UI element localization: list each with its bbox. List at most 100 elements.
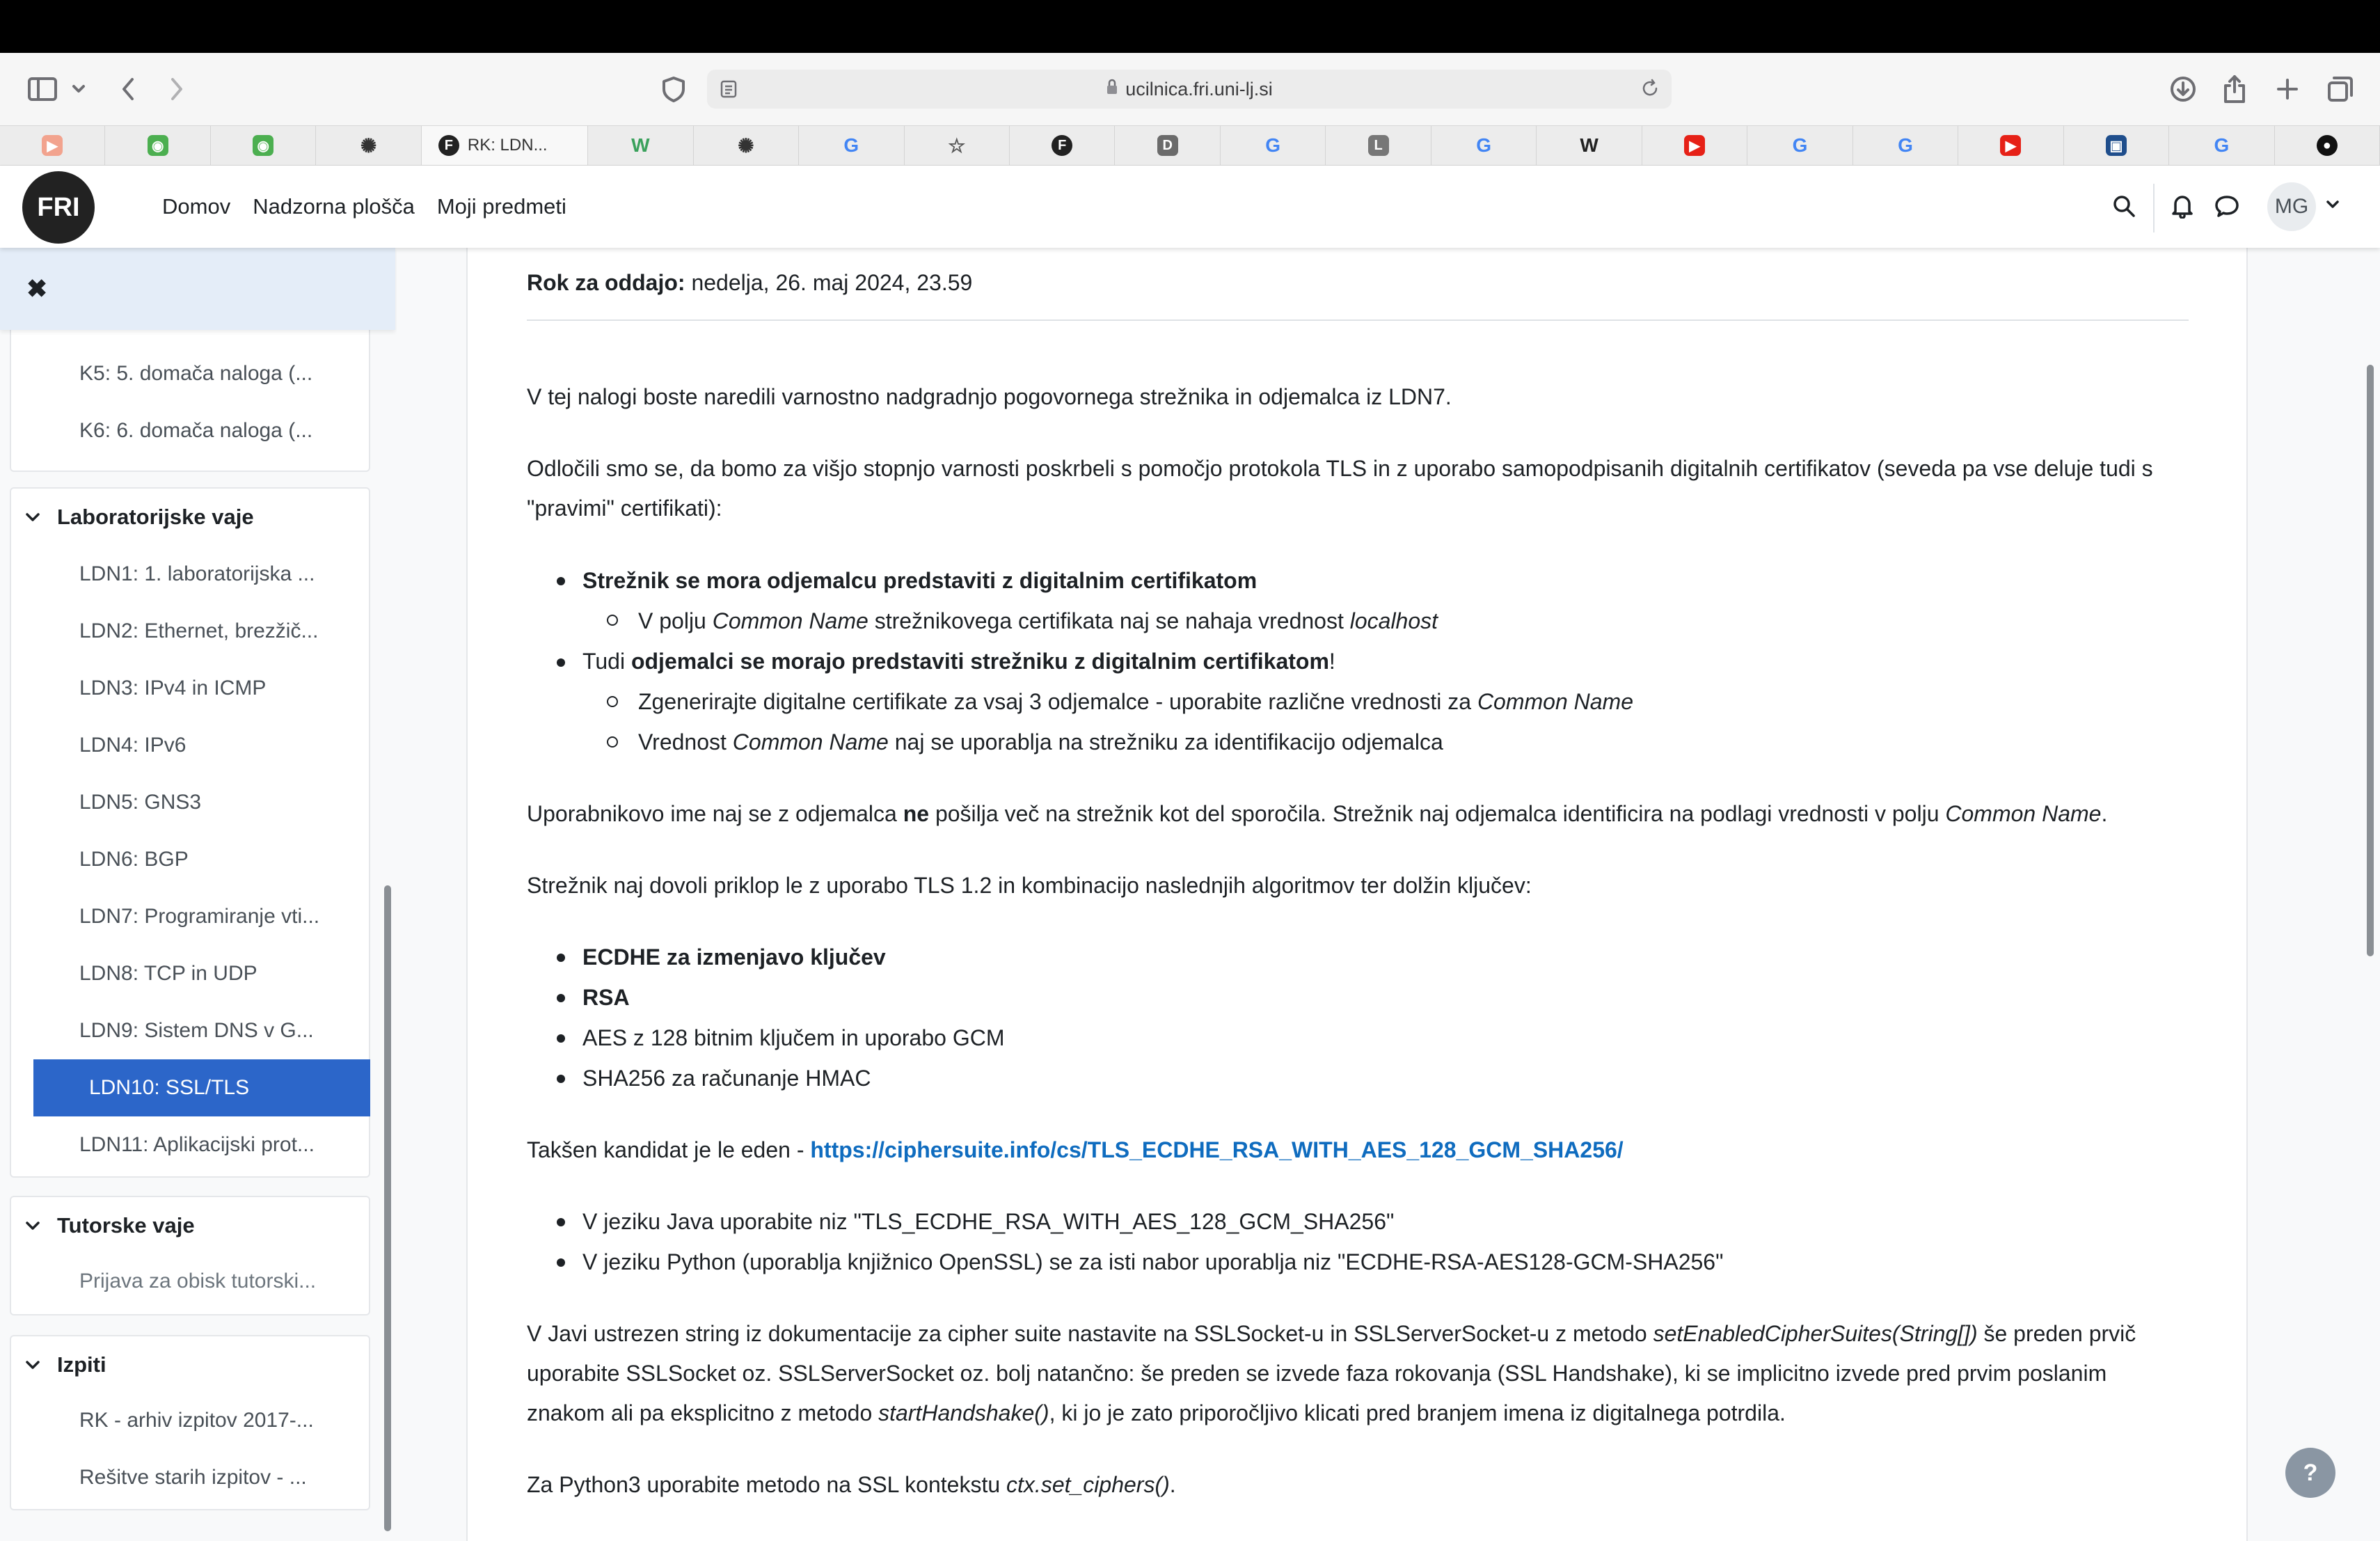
back-icon[interactable] bbox=[116, 68, 141, 110]
text: localhost bbox=[1349, 608, 1438, 633]
tab-title: RK: LDN... bbox=[467, 136, 548, 155]
ciphersuite-link[interactable]: https://ciphersuite.info/cs/TLS_ECDHE_RS… bbox=[810, 1137, 1623, 1162]
paragraph: Uporabnikovo ime naj se z odjemalca ne p… bbox=[527, 794, 2107, 834]
tab-overview-icon[interactable] bbox=[2323, 68, 2358, 110]
browser-tab[interactable]: G bbox=[1221, 126, 1326, 165]
help-button[interactable]: ? bbox=[2285, 1448, 2335, 1498]
chevron-down-icon[interactable] bbox=[25, 1197, 42, 1254]
sidebar-item-ldn8[interactable]: LDN8: TCP in UDP bbox=[24, 945, 360, 1002]
browser-tab[interactable]: G bbox=[2169, 126, 2275, 165]
chevron-down-icon[interactable] bbox=[68, 68, 89, 110]
browser-tab[interactable]: G bbox=[1853, 126, 1959, 165]
sidebar-toggle-icon[interactable] bbox=[25, 68, 60, 110]
section-title[interactable]: Izpiti bbox=[57, 1336, 106, 1393]
text: ! bbox=[1328, 649, 1335, 674]
text: Zgenerirajte digitalne certifikate za vs… bbox=[638, 689, 1477, 714]
text: pošilja več na strežnik kot del sporočil… bbox=[929, 801, 1946, 826]
fri-icon: F bbox=[438, 135, 459, 156]
reader-icon[interactable] bbox=[720, 79, 738, 104]
menu-bar-area bbox=[0, 0, 2380, 53]
monitor-icon: ▣ bbox=[2105, 135, 2127, 156]
downloads-icon[interactable] bbox=[2166, 68, 2200, 110]
sidebar-item-ldn6[interactable]: LDN6: BGP bbox=[24, 831, 360, 888]
browser-tab[interactable]: D bbox=[1115, 126, 1221, 165]
sidebar-item-ldn4[interactable]: LDN4: IPv6 bbox=[24, 717, 360, 774]
section-title[interactable]: Tutorske vaje bbox=[57, 1197, 195, 1254]
list-item: V jeziku Java uporabite niz "TLS_ECDHE_R… bbox=[582, 1209, 1395, 1234]
paragraph: uporabite SSLSocket oz. SSLServerSocket … bbox=[527, 1361, 2107, 1386]
address-bar[interactable]: ucilnica.fri.uni-lj.si bbox=[707, 70, 1672, 109]
sidebar-item-ldn3[interactable]: LDN3: IPv4 in ICMP bbox=[24, 660, 360, 717]
browser-tab[interactable]: G bbox=[1431, 126, 1537, 165]
sidebar-item-ldn5[interactable]: LDN5: GNS3 bbox=[24, 774, 360, 831]
new-tab-icon[interactable] bbox=[2270, 68, 2305, 110]
divider bbox=[527, 319, 2189, 321]
browser-tab[interactable]: G bbox=[799, 126, 905, 165]
bullet bbox=[557, 954, 565, 962]
bullet bbox=[557, 994, 565, 1002]
paragraph: Odločili smo se, da bomo za višjo stopnj… bbox=[527, 456, 2153, 481]
text: V Javi ustrezen string iz dokumentacije … bbox=[527, 1321, 1653, 1346]
chevron-down-icon[interactable] bbox=[25, 1336, 42, 1393]
browser-tab[interactable]: L bbox=[1326, 126, 1431, 165]
avatar[interactable]: MG bbox=[2267, 182, 2316, 231]
wikipedia-icon: W bbox=[1580, 134, 1598, 156]
bullet bbox=[607, 615, 618, 626]
browser-tab[interactable]: ✺ bbox=[316, 126, 422, 165]
site-logo[interactable]: FRI bbox=[22, 171, 95, 244]
browser-tab[interactable]: ▶ bbox=[1958, 126, 2064, 165]
search-icon[interactable] bbox=[2110, 192, 2138, 220]
section-title[interactable]: Laboratorijske vaje bbox=[57, 489, 254, 546]
section-card-lab: Laboratorijske vaje LDN1: 1. laboratorij… bbox=[10, 487, 370, 1178]
chevron-down-icon[interactable] bbox=[25, 489, 42, 546]
browser-tab[interactable]: W bbox=[1537, 126, 1642, 165]
browser-tab[interactable]: ◉ bbox=[105, 126, 211, 165]
nav-dashboard[interactable]: Nadzorna plošča bbox=[253, 194, 415, 219]
list-item: SHA256 za računanje HMAC bbox=[582, 1066, 871, 1091]
privacy-shield-icon[interactable] bbox=[658, 68, 689, 110]
chevron-down-icon[interactable] bbox=[2324, 196, 2345, 217]
nav-my-courses[interactable]: Moji predmeti bbox=[437, 194, 566, 219]
tab-bar: ▶ ◉ ◉ ✺ F RK: LDN... W ✺ G ☆ F D G L G W ▶ G G ▶ ▣ G ● bbox=[0, 125, 2380, 166]
browser-tab[interactable]: W bbox=[588, 126, 694, 165]
drawer-scrollbar[interactable] bbox=[384, 885, 391, 1531]
browser-tab[interactable]: ● bbox=[2275, 126, 2380, 165]
course-index-item[interactable]: Rešitve starih izpitov - ... bbox=[24, 1449, 360, 1506]
browser-tab[interactable]: ▶ bbox=[0, 126, 106, 165]
page-scrollbar[interactable] bbox=[2367, 365, 2374, 956]
course-index-item[interactable]: K6: 6. domača naloga (... bbox=[24, 402, 360, 459]
text: še preden prvič bbox=[1977, 1321, 2136, 1346]
sidebar-item-ldn1[interactable]: LDN1: 1. laboratorijska ... bbox=[24, 546, 360, 603]
sidebar-item-ldn11[interactable]: LDN11: Aplikacijski prot... bbox=[24, 1116, 360, 1173]
sidebar-item-ldn7[interactable]: LDN7: Programiranje vti... bbox=[24, 888, 360, 945]
paragraph: Takšen kandidat je le eden - https://cip… bbox=[527, 1130, 1624, 1170]
browser-tab[interactable]: F bbox=[1010, 126, 1116, 165]
browser-tab[interactable]: ▣ bbox=[2064, 126, 2170, 165]
close-icon[interactable]: ✖ bbox=[26, 274, 47, 303]
browser-tab[interactable]: ☆ bbox=[905, 126, 1010, 165]
text: V polju bbox=[638, 608, 713, 633]
sidebar-item-ldn9[interactable]: LDN9: Sistem DNS v G... bbox=[24, 1002, 360, 1059]
course-index-item[interactable]: RK - arhiv izpitov 2017-... bbox=[24, 1392, 360, 1449]
browser-tab[interactable]: F RK: LDN... bbox=[421, 126, 589, 165]
browser-tab[interactable]: ✺ bbox=[694, 126, 800, 165]
list-item: ECDHE za izmenjavo ključev bbox=[582, 945, 886, 970]
text: . bbox=[2101, 801, 2108, 826]
video-icon: ▶ bbox=[42, 135, 63, 156]
share-icon[interactable] bbox=[2217, 68, 2252, 110]
browser-tab[interactable]: ◉ bbox=[211, 126, 317, 165]
sidebar-item-ldn2[interactable]: LDN2: Ethernet, brezžič... bbox=[24, 603, 360, 660]
nav-home[interactable]: Domov bbox=[162, 194, 230, 219]
messages-icon[interactable] bbox=[2213, 192, 2241, 220]
bell-icon[interactable] bbox=[2168, 192, 2196, 220]
browser-tab[interactable]: ▶ bbox=[1642, 126, 1748, 165]
text: ctx.set_ciphers() bbox=[1006, 1472, 1170, 1497]
browser-tab[interactable]: G bbox=[1747, 126, 1853, 165]
course-index-item[interactable]: K5: 5. domača naloga (... bbox=[24, 345, 360, 402]
text: Common Name bbox=[732, 729, 889, 754]
forward-icon[interactable] bbox=[164, 68, 189, 110]
sidebar-item-ldn10[interactable]: LDN10: SSL/TLS bbox=[33, 1059, 370, 1116]
course-index-item[interactable]: Prijava za obisk tutorski... bbox=[24, 1253, 360, 1310]
due-date-label: Rok za oddajo: bbox=[527, 270, 685, 295]
reload-icon[interactable] bbox=[1640, 78, 1660, 104]
